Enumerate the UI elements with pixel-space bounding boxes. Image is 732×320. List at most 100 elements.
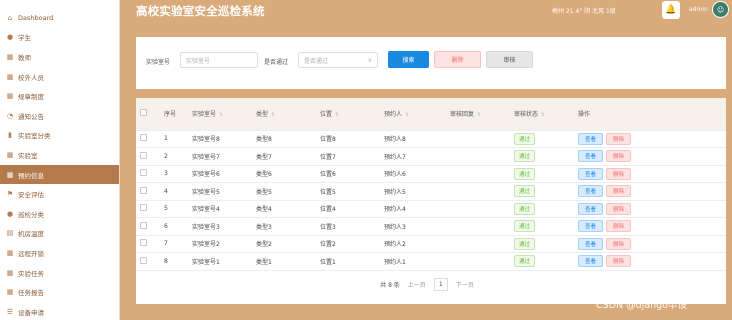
view-button[interactable]: 查看: [578, 220, 604, 233]
row-checkbox[interactable]: [136, 183, 160, 201]
sidebar-item[interactable]: ▦ 实验室: [0, 145, 119, 165]
table-row[interactable]: 3 实验室号6 类型6 位置6 预约人6 通过 查看 删除: [136, 165, 726, 183]
row-person: 预约人7: [384, 153, 406, 161]
column-header-actions: 操作: [578, 111, 591, 119]
sidebar-item[interactable]: ▮ 实验室分类: [0, 126, 119, 146]
row-person: 预约人1: [384, 258, 406, 266]
table-row[interactable]: 4 实验室号5 类型5 位置5 预约人5 通过 查看 删除: [136, 182, 726, 201]
table-row[interactable]: 1 实验室号8 类型8 位置8 预约人8 通过 查看 删除: [136, 130, 726, 148]
table-row[interactable]: 6 实验室号3 类型3 位置3 预约人3 通过 查看 删除: [136, 217, 726, 236]
avatar[interactable]: ☺: [712, 1, 729, 18]
table-row[interactable]: 7 实验室号2 类型2 位置2 预约人2 通过 查看 删除: [136, 235, 726, 253]
search-button[interactable]: 搜索: [388, 51, 429, 68]
sort-icon[interactable]: ⇅: [219, 112, 223, 118]
sidebar-item[interactable]: ◔ 通知公告: [0, 106, 119, 126]
header: 高校实验室安全巡检系统 梅州 21.4° 阴 北风 1级 🔔 admin ☺: [120, 0, 732, 24]
row-lab-number: 实验室号6: [192, 171, 220, 179]
row-delete-button[interactable]: 删除: [606, 237, 632, 250]
audit-button[interactable]: 审核: [486, 51, 533, 68]
row-actions: 查看 删除: [574, 200, 726, 218]
view-button[interactable]: 查看: [578, 167, 604, 180]
column-header-reply[interactable]: 审核回复 ⇅: [446, 98, 510, 130]
row-delete-button[interactable]: 删除: [606, 202, 632, 215]
sort-icon[interactable]: ⇅: [271, 112, 275, 118]
row-lab-number: 实验室号8: [192, 136, 220, 144]
sidebar-item[interactable]: ▤ 机房温度: [0, 224, 119, 244]
sort-icon[interactable]: ⇅: [405, 112, 409, 118]
row-actions: 查看 删除: [574, 218, 726, 236]
view-button[interactable]: 查看: [578, 255, 604, 268]
username[interactable]: admin: [689, 6, 708, 13]
row-checkbox[interactable]: [136, 130, 160, 148]
table-row[interactable]: 8 实验室号1 类型1 位置1 预约人1 通过 查看 删除: [136, 252, 726, 271]
column-header-type[interactable]: 类型 ⇅: [252, 98, 316, 130]
sidebar-item[interactable]: ▦ 远程开锁: [0, 243, 119, 263]
row-delete-button[interactable]: 删除: [606, 255, 632, 268]
view-button[interactable]: 查看: [578, 132, 604, 145]
select-all-checkbox[interactable]: [136, 98, 160, 130]
watermark: CSDN @django毕设: [596, 300, 687, 311]
sidebar-item[interactable]: ⌂ Dashboard: [0, 8, 119, 28]
bell-icon: ◔: [6, 111, 14, 120]
delete-button[interactable]: 删除: [434, 51, 481, 68]
row-checkbox[interactable]: [136, 253, 160, 271]
row-index: 2: [164, 152, 168, 160]
row-delete-button[interactable]: 删除: [606, 167, 632, 180]
sidebar-item[interactable]: ● 巡检分类: [0, 204, 119, 224]
notification-bell-icon[interactable]: 🔔: [662, 1, 680, 19]
row-type: 类型4: [256, 206, 272, 214]
column-header-location[interactable]: 位置 ⇅: [316, 98, 380, 130]
row-location: 位置1: [320, 258, 336, 266]
row-checkbox[interactable]: [136, 218, 160, 236]
row-lab-number: 实验室号4: [192, 206, 220, 214]
sidebar-item[interactable]: ▦ 实验任务: [0, 263, 119, 283]
view-button[interactable]: 查看: [578, 150, 604, 163]
pass-status-select[interactable]: 是否通过 ∨: [298, 52, 378, 68]
sidebar-item[interactable]: ☰ 设备申请: [0, 302, 119, 320]
row-checkbox[interactable]: [136, 148, 160, 166]
table-row[interactable]: 2 实验室号7 类型7 位置7 预约人7 通过 查看 删除: [136, 147, 726, 166]
row-checkbox[interactable]: [136, 165, 160, 183]
sort-icon[interactable]: ⇅: [477, 112, 481, 118]
row-actions: 查看 删除: [574, 165, 726, 183]
row-delete-button[interactable]: 删除: [606, 185, 632, 198]
sidebar: ⌂ Dashboard ● 学生 ▦ 教师 ▦ 校外人员 ▦ 规章制度 ◔ 通知公告 ▮ 实验室分类 ▦ 实验…: [0, 0, 120, 320]
row-delete-button[interactable]: 删除: [606, 150, 632, 163]
sidebar-item[interactable]: ▦ 任务报告: [0, 282, 119, 302]
sidebar-item-label: 远程开锁: [18, 249, 44, 258]
row-reply: [446, 253, 510, 271]
lab-number-input[interactable]: 实验室号: [180, 52, 258, 68]
row-delete-button[interactable]: 删除: [606, 132, 632, 145]
row-checkbox[interactable]: [136, 235, 160, 253]
sort-icon[interactable]: ⇅: [541, 112, 545, 118]
row-lab-number: 实验室号5: [192, 188, 220, 196]
sidebar-item[interactable]: ⚑ 安全评估: [0, 184, 119, 204]
column-header-status[interactable]: 审核状态 ⇅: [510, 98, 574, 130]
table-body: 1 实验室号8 类型8 位置8 预约人8 通过 查看 删除 2 实验室号7 类型7 位置7 预约人7 通过…: [136, 130, 726, 270]
sidebar-item[interactable]: ▦ 教师: [0, 47, 119, 67]
row-status-cell: 通过: [510, 200, 574, 218]
grid-icon: ▦: [6, 150, 14, 159]
status-badge: 通过: [514, 220, 536, 233]
bar-chart-icon: ▮: [8, 131, 12, 140]
view-button[interactable]: 查看: [578, 185, 604, 198]
row-index: 1: [164, 135, 168, 143]
sidebar-item[interactable]: ▦ 规章制度: [0, 86, 119, 106]
page-number-input[interactable]: 1: [433, 278, 448, 291]
row-person: 预约人6: [384, 171, 406, 179]
sidebar-item[interactable]: ▦ 校外人员: [0, 67, 119, 87]
row-index: 7: [164, 240, 168, 248]
row-delete-button[interactable]: 删除: [606, 220, 632, 233]
column-header-lab[interactable]: 实验室号 ⇅: [188, 98, 252, 130]
row-checkbox[interactable]: [136, 200, 160, 218]
view-button[interactable]: 查看: [578, 202, 604, 215]
prev-page-button[interactable]: 上一页: [408, 280, 426, 289]
column-header-person[interactable]: 预约人 ⇅: [380, 98, 446, 130]
row-type: 类型3: [256, 223, 272, 231]
view-button[interactable]: 查看: [578, 237, 604, 250]
sort-icon[interactable]: ⇅: [335, 112, 339, 118]
table-row[interactable]: 5 实验室号4 类型4 位置4 预约人4 通过 查看 删除: [136, 200, 726, 218]
next-page-button[interactable]: 下一页: [456, 280, 474, 289]
sidebar-item[interactable]: ● 学生: [0, 28, 119, 48]
sidebar-item[interactable]: ▦ 预约信息: [0, 164, 119, 185]
